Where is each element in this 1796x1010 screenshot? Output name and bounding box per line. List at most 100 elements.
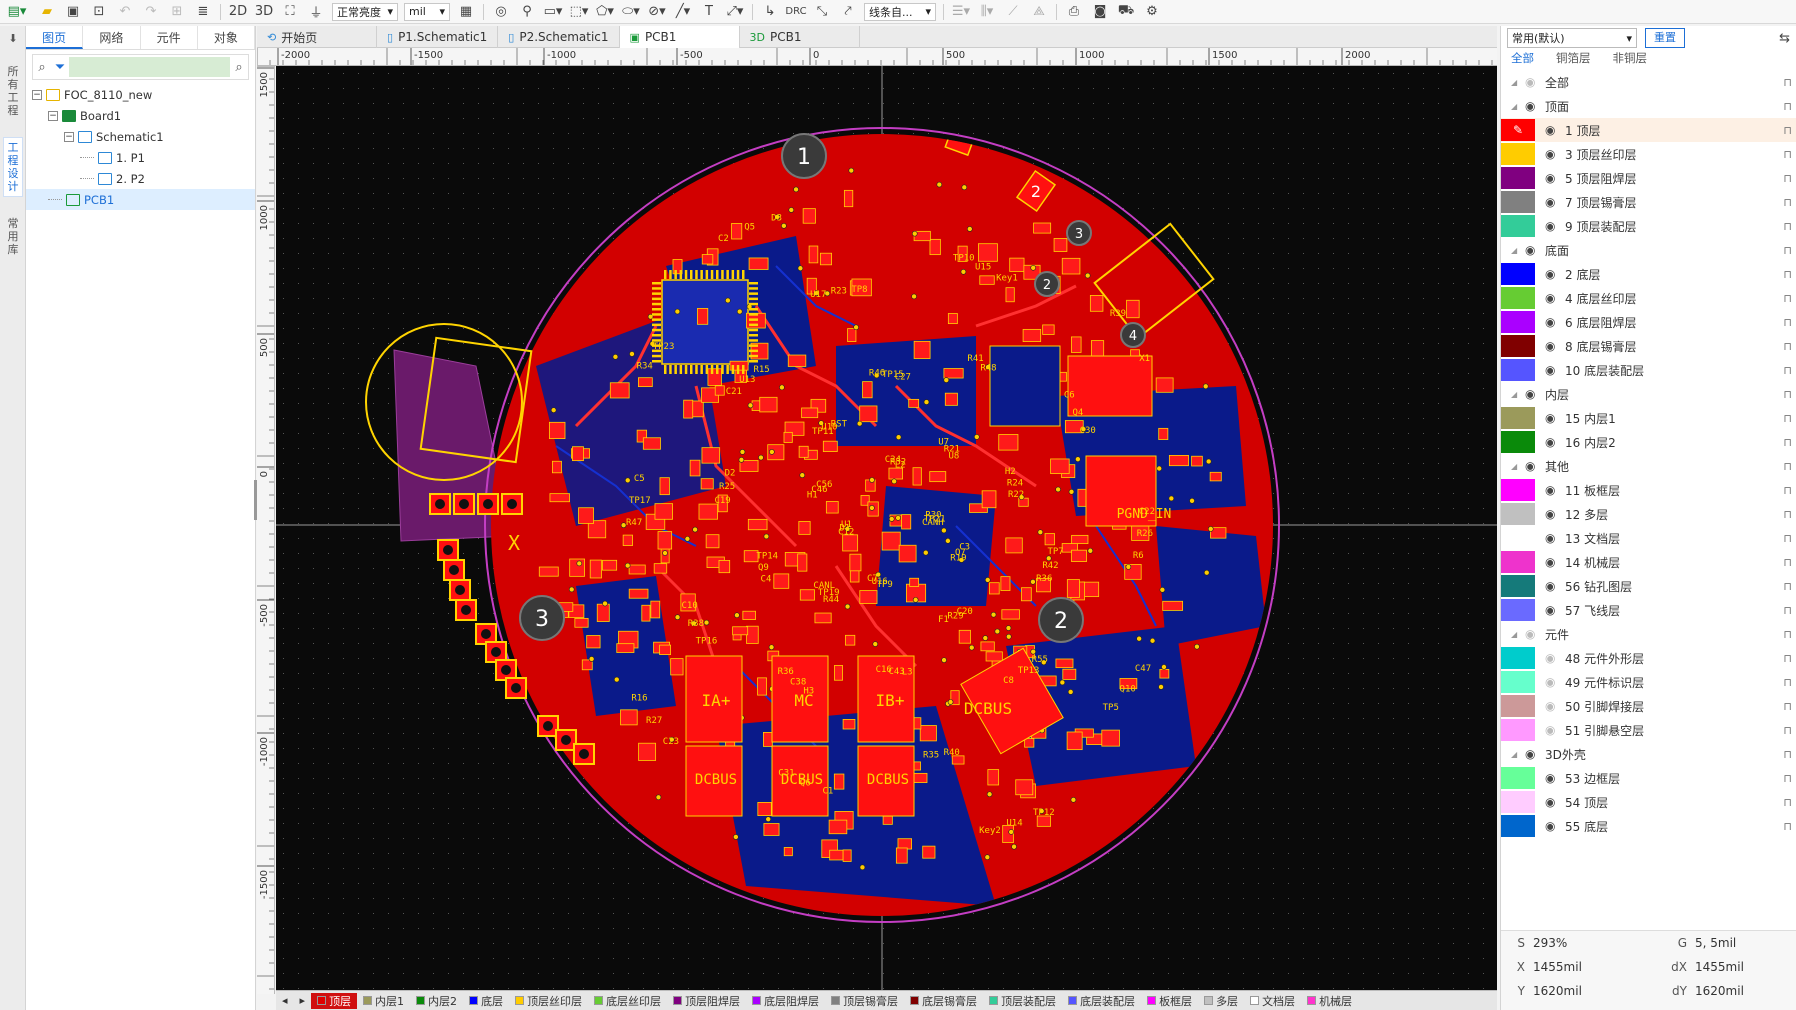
lock-icon[interactable]: ⊓ (1783, 316, 1792, 329)
lock-icon[interactable]: ⊓ (1783, 628, 1792, 641)
layer-tab[interactable]: 顶层装配层 (983, 993, 1062, 1009)
ellipse-icon[interactable]: ⬭▾ (620, 1, 642, 23)
layer-tab[interactable]: 机械层 (1301, 993, 1358, 1009)
collapse-toggle-icon[interactable]: − (32, 89, 42, 100)
layer-color-swatch[interactable] (1501, 767, 1535, 789)
eye-off-icon[interactable]: ◉ (1545, 699, 1565, 713)
lock-icon[interactable]: ⊓ (1783, 532, 1792, 545)
eye-icon[interactable]: ◉ (1545, 315, 1565, 329)
eye-icon[interactable]: ◉ (1545, 291, 1565, 305)
layer-color-swatch[interactable] (1501, 479, 1535, 501)
eye-icon[interactable]: ◉ (1545, 507, 1565, 521)
layer-color-swatch[interactable] (1501, 287, 1535, 309)
collapse-toggle-icon[interactable]: − (64, 131, 74, 142)
eye-icon[interactable]: ◉ (1545, 123, 1565, 137)
eye-icon[interactable]: ◉ (1545, 555, 1565, 569)
layer-row[interactable]: ◉ 50 引脚焊接层 ⊓ (1501, 694, 1796, 718)
layer-tab[interactable]: 多层 (1198, 993, 1244, 1009)
scroll-right-icon[interactable]: ▸ (294, 994, 312, 1007)
eye-icon[interactable]: ◉ (1545, 819, 1565, 833)
lock-icon[interactable]: ⊓ (1783, 700, 1792, 713)
lasso-select-icon[interactable]: ⬚▾ (568, 1, 590, 23)
eye-off-icon[interactable]: ◉ (1545, 723, 1565, 737)
lock-icon[interactable]: ⊓ (1783, 820, 1792, 833)
layer-row[interactable]: ◉ 5 顶层阻焊层 ⊓ (1501, 166, 1796, 190)
eye-icon[interactable]: ◉ (1545, 171, 1565, 185)
layer-row[interactable]: ◉ 8 底层锡膏层 ⊓ (1501, 334, 1796, 358)
tree-item[interactable]: 2. P2 (26, 168, 255, 189)
layer-group-row[interactable]: ◢ ◉ 全部 ⊓ (1501, 70, 1796, 94)
vtab-common-library[interactable]: 常用库 (3, 217, 23, 256)
eye-icon[interactable]: ◉ (1525, 243, 1545, 257)
layer-row[interactable]: ◉ 48 元件外形层 ⊓ (1501, 646, 1796, 670)
layer-tab[interactable]: 内层1 (357, 993, 410, 1009)
unit-select[interactable]: mil ▾ (404, 2, 450, 21)
layer-group-row[interactable]: ◢ ◉ 3D外壳 ⊓ (1501, 742, 1796, 766)
tab-all-layers[interactable]: 全部 (1511, 50, 1534, 70)
lock-icon[interactable]: ⊓ (1783, 76, 1792, 89)
camera-icon[interactable]: ◙ (1089, 1, 1111, 23)
reset-button[interactable]: 重置 (1645, 28, 1685, 48)
shape-icon[interactable]: ⟁ (1028, 1, 1050, 23)
layer-row[interactable]: ◉ 2 底层 ⊓ (1501, 262, 1796, 286)
pcb-canvas[interactable]: 56562 CANHCANLC27C8C5X1C7RSTR36C10Key1Ke… (276, 66, 1497, 990)
lock-icon[interactable]: ⊓ (1783, 604, 1792, 617)
layer-color-swatch[interactable] (1501, 143, 1535, 165)
layer-tab[interactable]: 顶层锡膏层 (825, 993, 904, 1009)
measure-icon[interactable]: ⟋ (1002, 1, 1024, 23)
layer-row[interactable]: ◉ 13 文档层 ⊓ (1501, 526, 1796, 550)
lock-icon[interactable]: ⊓ (1783, 772, 1792, 785)
layer-color-swatch[interactable] (1501, 215, 1535, 237)
lock-icon[interactable]: ⊓ (1783, 364, 1792, 377)
layer-color-swatch[interactable] (1501, 311, 1535, 333)
lock-icon[interactable]: ⊓ (1783, 172, 1792, 185)
lock-icon[interactable]: ⊓ (1783, 100, 1792, 113)
layer-tab[interactable]: 顶层 (311, 992, 358, 1009)
filter-icon[interactable]: ⏷ (51, 60, 69, 75)
lock-icon[interactable]: ⊓ (1783, 676, 1792, 689)
save-as-icon[interactable]: ⊡ (88, 1, 110, 23)
layer-color-swatch[interactable] (1501, 503, 1535, 525)
layer-color-swatch[interactable] (1501, 431, 1535, 453)
layer-tab[interactable]: 底层锡膏层 (904, 993, 983, 1009)
layer-color-swatch[interactable] (1501, 599, 1535, 621)
tab-pages[interactable]: 图页 (26, 26, 84, 49)
eye-icon[interactable]: ◉ (1545, 579, 1565, 593)
eye-icon[interactable]: ◉ (1545, 339, 1565, 353)
ratsnest-icon[interactable]: ⤡ (811, 1, 833, 23)
lock-icon[interactable]: ⊓ (1783, 388, 1792, 401)
collapse-panel-icon[interactable]: ⇆ (1779, 31, 1790, 46)
layer-color-swatch[interactable] (1501, 575, 1535, 597)
eye-icon[interactable]: ◉ (1545, 219, 1565, 233)
layer-row[interactable]: ◉ 6 底层阻焊层 ⊓ (1501, 310, 1796, 334)
layer-tab[interactable]: 顶层阻焊层 (667, 993, 746, 1009)
layer-color-swatch[interactable] (1501, 719, 1535, 741)
lock-icon[interactable]: ⊓ (1783, 268, 1792, 281)
layer-group-row[interactable]: ◢ ◉ 顶面 ⊓ (1501, 94, 1796, 118)
pin-icon[interactable]: ⬇ (3, 32, 23, 45)
pcb-drawing[interactable]: 56562 CANHCANLC27C8C5X1C7RSTR36C10Key1Ke… (276, 66, 1497, 990)
brightness-select[interactable]: 正常亮度 ▾ (332, 2, 398, 21)
layer-tab[interactable]: 底层阻焊层 (746, 993, 825, 1009)
text-tool-icon[interactable]: T (698, 1, 720, 23)
tab-copper-layers[interactable]: 铜箔层 (1556, 50, 1591, 70)
layer-preset-select[interactable]: 常用(默认) ▾ (1507, 28, 1637, 48)
lock-icon[interactable]: ⊓ (1783, 292, 1792, 305)
lock-icon[interactable]: ⊓ (1783, 196, 1792, 209)
eye-icon[interactable]: ◉ (1545, 531, 1565, 545)
eye-off-icon[interactable]: ◉ (1525, 75, 1545, 89)
tree-item[interactable]: 1. P1 (26, 147, 255, 168)
layer-group-row[interactable]: ◢ ◉ 其他 ⊓ (1501, 454, 1796, 478)
redo-icon[interactable]: ↷ (140, 1, 162, 23)
layer-color-swatch[interactable] (1501, 527, 1535, 549)
layer-row[interactable]: ◉ 53 边框层 ⊓ (1501, 766, 1796, 790)
drc-button[interactable]: DRC (785, 1, 807, 23)
eye-icon[interactable]: ◉ (1545, 795, 1565, 809)
tab-components[interactable]: 元件 (141, 26, 198, 49)
lock-icon[interactable]: ⊓ (1783, 148, 1792, 161)
layer-color-swatch[interactable] (1501, 263, 1535, 285)
eye-off-icon[interactable]: ◉ (1545, 651, 1565, 665)
tree-item[interactable]: PCB1 (26, 189, 255, 210)
layer-color-swatch[interactable] (1501, 359, 1535, 381)
list-icon[interactable]: ≣ (192, 1, 214, 23)
